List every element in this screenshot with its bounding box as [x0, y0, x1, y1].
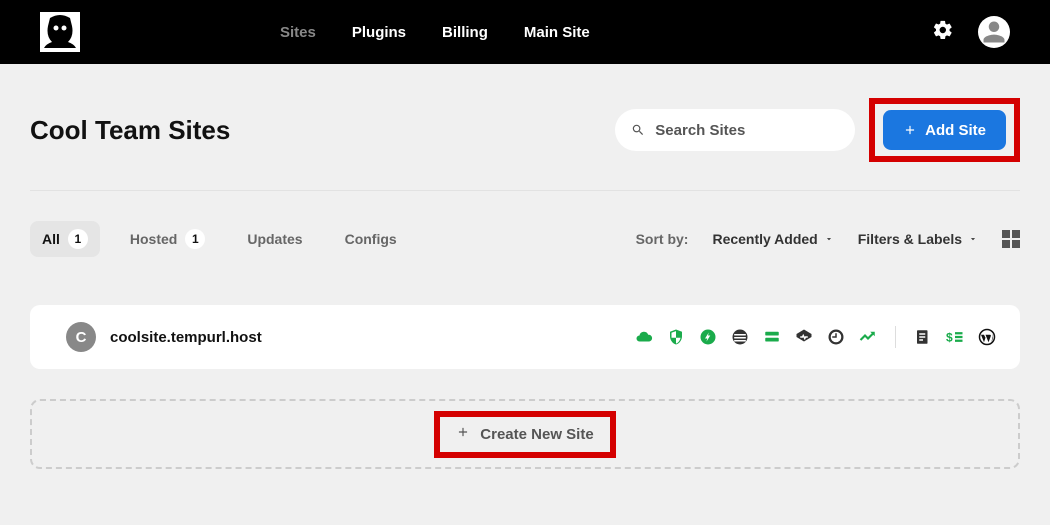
wordpress-icon [978, 328, 996, 346]
filters-dropdown[interactable]: Filters & Labels [858, 231, 978, 247]
server-icon [763, 328, 781, 346]
chevron-down-icon [824, 234, 834, 244]
avatar-icon[interactable] [978, 16, 1010, 48]
tab-hosted-count: 1 [185, 229, 205, 249]
top-nav-bar: Sites Plugins Billing Main Site [0, 0, 1050, 64]
chart-up-icon [859, 328, 877, 346]
icon-divider [895, 326, 896, 348]
cloud-icon [635, 328, 653, 346]
gauge-icon [827, 328, 845, 346]
layers-icon [731, 328, 749, 346]
site-avatar: C [66, 322, 96, 352]
create-new-site-label: Create New Site [480, 426, 593, 443]
notes-icon [914, 328, 932, 346]
tab-hosted-label: Hosted [130, 231, 177, 247]
site-status-icons: $ [635, 326, 996, 348]
add-site-button[interactable]: Add Site [883, 110, 1006, 150]
controls-row: All 1 Hosted 1 Updates Configs Sort by: … [30, 221, 1020, 257]
plus-icon [456, 425, 470, 444]
create-new-site-button[interactable]: Create New Site [434, 411, 615, 458]
plus-icon [903, 123, 917, 137]
tab-all[interactable]: All 1 [30, 221, 100, 257]
shield-icon [667, 328, 685, 346]
gorilla-logo-icon [42, 14, 78, 50]
bolt-circle-icon [699, 328, 717, 346]
tab-configs[interactable]: Configs [333, 223, 409, 255]
heartbeat-icon [795, 328, 813, 346]
sort-by-label: Sort by: [636, 231, 689, 247]
sort-selected: Recently Added [712, 231, 817, 247]
add-site-highlight: Add Site [869, 98, 1020, 162]
page-title: Cool Team Sites [30, 115, 230, 146]
chevron-down-icon [968, 234, 978, 244]
search-box[interactable] [615, 109, 855, 151]
nav-sites[interactable]: Sites [280, 24, 316, 41]
topbar-right [932, 16, 1010, 48]
site-tabs: All 1 Hosted 1 Updates Configs [30, 221, 409, 257]
tab-all-count: 1 [68, 229, 88, 249]
title-row: Cool Team Sites Add Site [30, 98, 1020, 191]
sort-dropdown[interactable]: Recently Added [712, 231, 833, 247]
tab-hosted[interactable]: Hosted 1 [118, 221, 217, 257]
tab-updates[interactable]: Updates [235, 223, 314, 255]
nav-main-site[interactable]: Main Site [524, 24, 590, 41]
create-new-site-area: Create New Site [30, 399, 1020, 469]
add-site-label: Add Site [925, 122, 986, 139]
tab-all-label: All [42, 231, 60, 247]
tab-updates-label: Updates [247, 231, 302, 247]
site-domain: coolsite.tempurl.host [110, 329, 262, 346]
sort-area: Sort by: Recently Added Filters & Labels [636, 230, 1020, 248]
nav-billing[interactable]: Billing [442, 24, 488, 41]
filters-label: Filters & Labels [858, 231, 962, 247]
nav-plugins[interactable]: Plugins [352, 24, 406, 41]
logo[interactable] [40, 12, 80, 52]
tab-configs-label: Configs [345, 231, 397, 247]
svg-text:$: $ [946, 331, 953, 345]
primary-nav: Sites Plugins Billing Main Site [280, 24, 590, 41]
search-input[interactable] [655, 122, 839, 139]
dollar-icon: $ [946, 328, 964, 346]
site-row[interactable]: C coolsite.tempurl.host $ [30, 305, 1020, 369]
settings-icon[interactable] [932, 19, 954, 46]
search-icon [631, 122, 645, 138]
grid-view-icon[interactable] [1002, 230, 1020, 248]
